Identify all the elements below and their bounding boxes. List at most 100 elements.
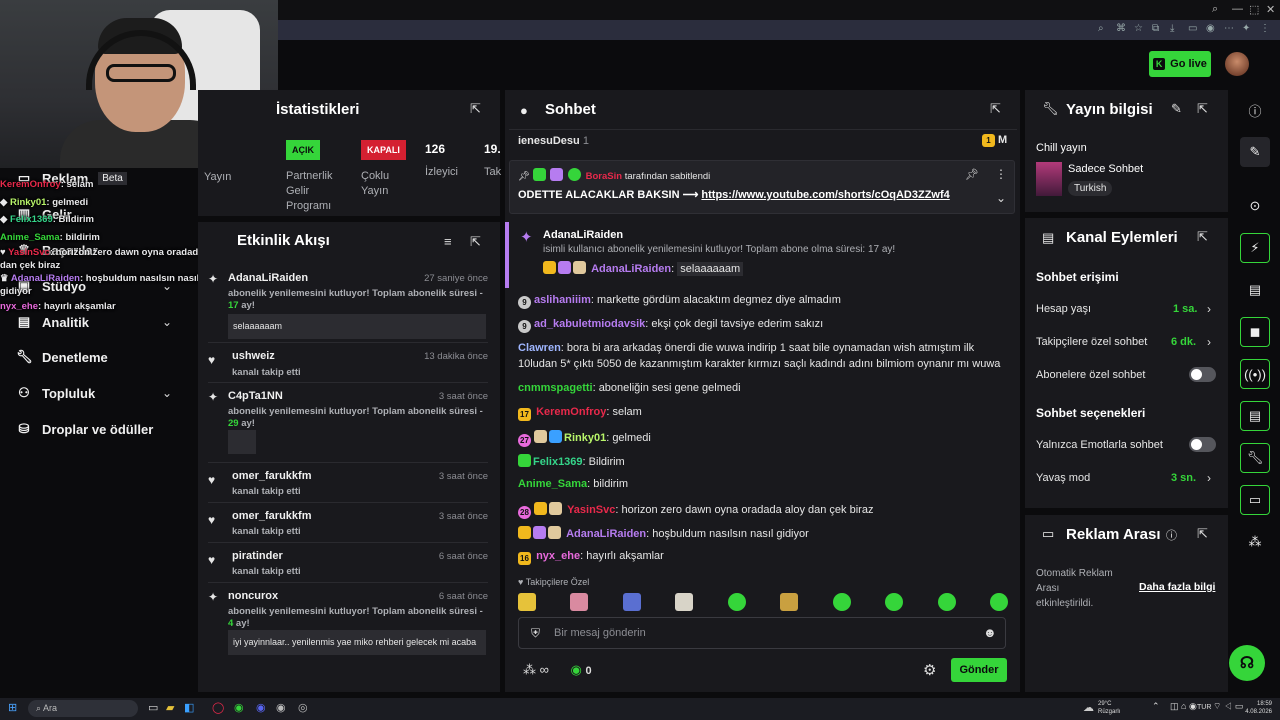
sidebar-item-topluluk[interactable]: ⚇ Topluluk [16, 385, 95, 401]
send-button[interactable]: Gönder [951, 658, 1007, 682]
account-age-label: Hesap yaşı [1036, 303, 1092, 315]
popout-icon[interactable]: ⇱ [470, 101, 481, 117]
profile-icon[interactable]: ◉ [1206, 23, 1215, 34]
spotify-icon[interactable]: ◉ [234, 701, 244, 714]
stats-title: İstatistikleri [276, 101, 360, 118]
popout-icon[interactable]: ⇱ [470, 234, 481, 250]
chevron-right-icon[interactable]: › [1207, 471, 1211, 485]
settings-icon[interactable]: ⋯ [1224, 23, 1234, 34]
emote[interactable] [780, 593, 799, 611]
store-icon[interactable]: ◧ [184, 701, 194, 714]
emote[interactable] [518, 593, 536, 611]
help-icon[interactable]: ☊ [1229, 645, 1265, 681]
chevron-right-icon[interactable]: › [1207, 335, 1211, 349]
info-icon[interactable]: ⓘ [1240, 95, 1270, 125]
popout-icon[interactable]: ⇱ [990, 101, 1001, 117]
more-icon[interactable]: ⋮ [995, 167, 1007, 181]
language-indicator[interactable]: TUR [1197, 704, 1211, 711]
emote-only-toggle[interactable] [1189, 437, 1216, 452]
apps-icon[interactable]: ⁂ [1240, 527, 1270, 557]
window-icon[interactable]: ▭ [1240, 485, 1270, 515]
obs-icon[interactable]: ◎ [298, 701, 308, 714]
tray-chevron-icon[interactable]: ⌃ [1152, 701, 1160, 712]
emote[interactable] [727, 593, 746, 611]
emote[interactable] [622, 593, 641, 611]
sub-message: AdanaLiRaiden: selaaaaaam [543, 261, 744, 276]
opera-icon[interactable]: ◯ [212, 701, 224, 714]
chat-message: Felix1369: Bildirim [518, 454, 625, 468]
weather[interactable]: 29°C Rüzgarlı [1098, 700, 1120, 716]
go-live-label: Go live [1170, 58, 1207, 70]
zoom-icon[interactable]: ⌕ [1098, 23, 1104, 34]
shield-icon[interactable]: ⛨ [531, 626, 540, 641]
popout-icon[interactable]: ⇱ [1197, 229, 1208, 245]
chevron-down-icon[interactable]: ⌄ [162, 386, 172, 400]
filter-icon[interactable]: ≡ [444, 234, 452, 249]
tab-icon[interactable]: ▭ [1188, 23, 1197, 34]
settings-icon[interactable]: ⚙ [923, 661, 936, 679]
emoji-icon[interactable]: ☻ [983, 625, 997, 640]
info-icon[interactable]: ⓘ [1166, 527, 1177, 543]
translate-icon[interactable]: ⌘ [1116, 23, 1126, 34]
network-icon[interactable]: ⌔ ◁ ▭ [1213, 701, 1243, 712]
wrench-icon: 🔧︎ [1042, 101, 1059, 116]
followers-only-value[interactable]: 6 dk. [1171, 336, 1196, 348]
chat-input[interactable]: Bir mesaj gönderin [554, 627, 646, 639]
popout-icon[interactable]: ⇱ [1197, 526, 1208, 542]
windows-start-icon[interactable]: ⊞ [8, 701, 17, 714]
actions-icon[interactable]: ▤ [1240, 401, 1270, 431]
chat-access-heading: Sohbet erişimi [1036, 270, 1119, 284]
folder-icon[interactable]: ▰ [166, 701, 174, 714]
search-icon[interactable]: ⌕ [1212, 3, 1218, 16]
overlay-chat-line: KeremOnfroy: selam [0, 179, 94, 190]
popout-icon[interactable]: ⇱ [1197, 101, 1208, 117]
clock[interactable]: 18:59 4.08.2026 [1244, 700, 1272, 716]
download-icon[interactable]: ⤓ [1170, 23, 1174, 34]
edit-icon[interactable]: ✎ [1240, 137, 1270, 167]
learn-more-link[interactable]: Daha fazla bilgi [1139, 581, 1215, 593]
discord-icon[interactable]: ◉ [256, 701, 266, 714]
community-icon: ⚇ [18, 385, 30, 400]
user-avatar[interactable] [1225, 52, 1249, 76]
stat-stream: Yayın [204, 171, 232, 183]
broadcast-icon[interactable]: ((•)) [1240, 359, 1270, 389]
tray-icons[interactable]: ◫ ⌂ ◉ [1170, 701, 1197, 712]
ai-icon[interactable]: ✦ [1242, 23, 1250, 34]
wrench-icon[interactable]: 🔧︎ [1240, 443, 1270, 473]
emote[interactable] [570, 593, 589, 611]
bookmark-icon[interactable]: ☆ [1134, 23, 1143, 34]
emote[interactable] [885, 593, 904, 611]
chat-bubble-icon[interactable]: ◼ [1240, 317, 1270, 347]
emote[interactable] [832, 593, 851, 611]
top-bar [270, 40, 1280, 88]
sidebar-item-denetleme[interactable]: 🔧︎ Denetleme [16, 349, 108, 365]
maximize-icon[interactable]: ⬚ [1249, 3, 1259, 16]
emote[interactable] [675, 593, 694, 611]
bolt-icon[interactable]: ⚡︎ [1240, 233, 1270, 263]
close-icon[interactable]: ✕ [1266, 3, 1275, 16]
users-icon[interactable]: ⁂ [523, 662, 536, 677]
edit-icon[interactable]: ✎ [1171, 101, 1182, 117]
minimize-icon[interactable]: — [1232, 3, 1243, 15]
target-icon[interactable]: ⊙ [1240, 191, 1270, 221]
steam-icon[interactable]: ◉ [276, 701, 286, 714]
menu-icon[interactable]: ⋮ [1260, 23, 1270, 34]
go-live-button[interactable]: K Go live [1149, 51, 1211, 77]
account-age-value[interactable]: 1 sa. [1173, 303, 1197, 315]
sidebar-item-droplar[interactable]: ⛁ Droplar ve ödüller [16, 421, 154, 437]
slow-mode-value[interactable]: 3 sn. [1171, 472, 1196, 484]
subs-only-toggle[interactable] [1189, 367, 1216, 382]
document-icon[interactable]: ▤ [1240, 275, 1270, 305]
task-view-icon[interactable]: ▭ [148, 701, 158, 714]
chevron-right-icon[interactable]: › [1207, 302, 1211, 316]
address-bar[interactable]: ⌕ ⌘ ☆ ⧉ ⤓ ▭ ◉ ⋯ ✦ ⋮ [270, 20, 1280, 40]
unpin-icon[interactable]: 📌︎ [965, 168, 979, 181]
emote[interactable] [989, 593, 1008, 611]
chat-input-box[interactable]: ⛨ Bir mesaj gönderin ☻ [518, 617, 1006, 649]
extension-icon[interactable]: ⧉ [1152, 23, 1159, 34]
pinned-link[interactable]: https://www.youtube.com/shorts/cOqAD3ZZw… [701, 189, 949, 201]
emote[interactable] [937, 593, 956, 611]
chevron-down-icon[interactable]: ⌄ [996, 191, 1006, 205]
drops-icon: ⛁ [18, 421, 30, 436]
taskbar-search[interactable]: ⌕ Ara [28, 700, 138, 717]
